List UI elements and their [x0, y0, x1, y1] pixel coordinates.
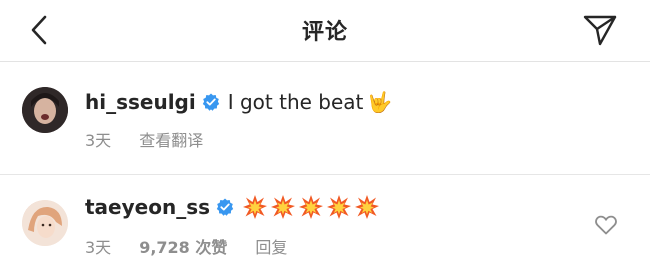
avatar-photo — [22, 200, 68, 246]
comment-emoji-row — [242, 194, 380, 220]
caption-line: hi_sseulgi I got the beat 🤟 — [85, 90, 392, 114]
comment-username[interactable]: taeyeon_ss — [85, 195, 210, 219]
post-caption: hi_sseulgi I got the beat 🤟 3天 查看翻译 — [0, 63, 650, 175]
comment-item: taeyeon_ss 3天 9,728 次赞 回复 — [0, 180, 650, 275]
see-translation-link[interactable]: 查看翻译 — [139, 127, 203, 151]
caption-username[interactable]: hi_sseulgi — [85, 90, 196, 114]
comment-like-count[interactable]: 9,728 次赞 — [139, 234, 227, 258]
verified-badge-icon — [216, 198, 234, 216]
caption-text: I got the beat — [227, 90, 364, 114]
avatar-photo — [22, 87, 68, 133]
comment-timestamp: 3天 — [85, 238, 112, 257]
caption-timestamp: 3天 — [85, 131, 112, 150]
collision-icon — [243, 195, 268, 219]
rock-hand-emoji-icon: 🤟 — [367, 90, 393, 114]
heart-outline-icon — [595, 215, 617, 235]
collision-icon — [327, 195, 352, 219]
like-comment-button[interactable] — [594, 213, 618, 237]
avatar[interactable] — [22, 200, 68, 246]
share-button[interactable] — [580, 11, 620, 49]
top-bar: 评论 — [0, 0, 650, 62]
verified-badge-icon — [202, 93, 220, 111]
comment-line: taeyeon_ss — [85, 194, 380, 220]
reply-button[interactable]: 回复 — [255, 234, 287, 258]
caption-meta: 3天 查看翻译 — [85, 127, 203, 151]
collision-icon — [355, 195, 380, 219]
avatar[interactable] — [22, 87, 68, 133]
collision-icon — [299, 195, 324, 219]
comment-meta: 3天 9,728 次赞 回复 — [85, 234, 287, 258]
collision-icon — [271, 195, 296, 219]
paper-plane-icon — [583, 15, 617, 46]
page-title: 评论 — [301, 20, 348, 45]
